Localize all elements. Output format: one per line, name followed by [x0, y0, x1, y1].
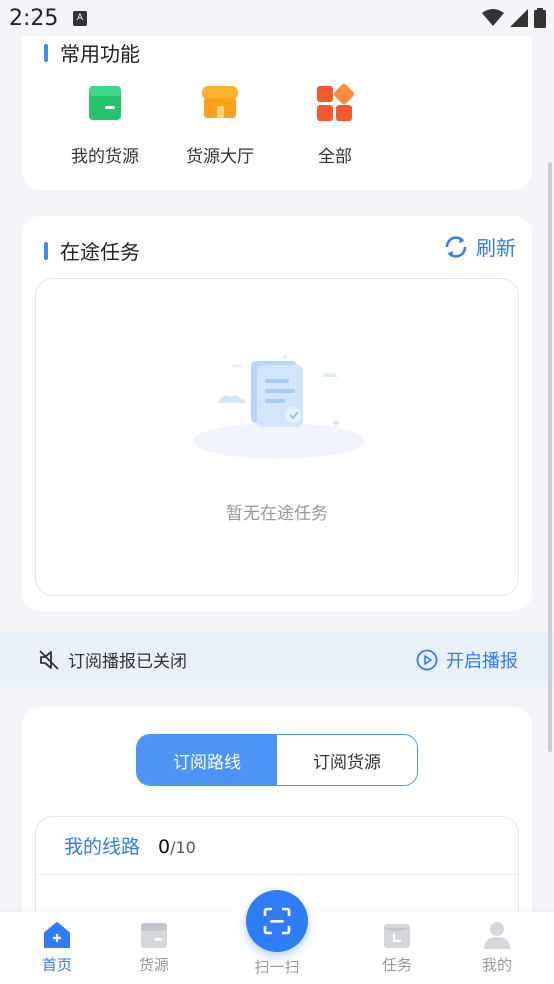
divider: [36, 874, 518, 875]
tab-home[interactable]: 首页: [22, 920, 92, 975]
func-label: 货源大厅: [186, 147, 254, 167]
routes-max: /10: [170, 838, 196, 857]
play-circle-icon: [416, 649, 438, 671]
common-functions-header: 常用功能: [44, 38, 140, 67]
title-accent-bar: [44, 241, 48, 260]
wifi-icon: [482, 9, 504, 26]
signal-icon: [510, 9, 528, 27]
common-functions-title: 常用功能: [60, 42, 140, 66]
svg-text:+: +: [331, 416, 341, 430]
refresh-icon: [445, 235, 467, 258]
func-label: 全部: [318, 147, 352, 167]
status-time: 2:25: [9, 6, 59, 31]
refresh-label: 刷新: [476, 236, 516, 260]
in-transit-title: 在途任务: [60, 240, 140, 264]
func-my-cargo[interactable]: 我的货源: [50, 82, 160, 167]
battery-icon: [534, 8, 546, 28]
in-transit-card: 在途任务 刷新 + 暂无在途任务: [22, 216, 532, 611]
tab-subscribe-routes[interactable]: 订阅路线: [137, 735, 277, 785]
func-label: 我的货源: [71, 147, 139, 167]
tab-tasks[interactable]: 任务: [362, 920, 432, 975]
scan-icon: [263, 907, 291, 935]
home-icon: [42, 920, 72, 950]
tab-label: 首页: [41, 956, 72, 974]
scan-button[interactable]: [246, 890, 308, 952]
status-indicators: [482, 8, 546, 28]
cargo-hall-icon: [200, 82, 240, 122]
subscription-tabs: 订阅路线 订阅货源: [136, 734, 418, 786]
broadcast-bar: 订阅播报已关闭 开启播报: [0, 631, 554, 687]
status-bar: 2:25 A: [0, 0, 554, 36]
cargo-icon: [139, 920, 169, 950]
scan-label: 扫一扫: [254, 958, 300, 976]
my-routes-header: 我的线路 0 /10: [64, 832, 196, 859]
my-cargo-icon: [85, 82, 125, 122]
profile-icon: [482, 920, 512, 950]
refresh-button[interactable]: 刷新: [442, 232, 516, 261]
title-accent-bar: [44, 43, 48, 62]
enable-broadcast-label: 开启播报: [446, 651, 518, 672]
in-transit-header: 在途任务: [44, 236, 140, 265]
my-routes-label: 我的线路: [64, 836, 141, 858]
tab-label: 货源: [138, 956, 169, 974]
broadcast-status: 订阅播报已关闭: [38, 647, 187, 672]
func-all[interactable]: 全部: [280, 82, 390, 167]
func-cargo-hall[interactable]: 货源大厅: [165, 82, 275, 167]
enable-broadcast-button[interactable]: 开启播报: [416, 647, 518, 673]
scrollbar[interactable]: [548, 162, 552, 752]
tab-subscribe-cargo[interactable]: 订阅货源: [277, 735, 417, 785]
mute-speaker-icon: [39, 649, 59, 670]
tab-label: 我的: [481, 956, 512, 974]
all-apps-icon: [315, 82, 355, 122]
task-icon: [382, 920, 412, 950]
notification-icon: A: [73, 11, 87, 26]
tab-cargo[interactable]: 货源: [119, 920, 189, 975]
routes-count: 0: [158, 836, 171, 858]
empty-document-illustration: +: [193, 355, 365, 459]
in-transit-list: + 暂无在途任务: [35, 278, 519, 596]
empty-state-text: 暂无在途任务: [226, 504, 328, 524]
tab-profile[interactable]: 我的: [462, 920, 532, 975]
broadcast-status-text: 订阅播报已关闭: [68, 652, 187, 672]
tab-label: 任务: [381, 956, 412, 974]
